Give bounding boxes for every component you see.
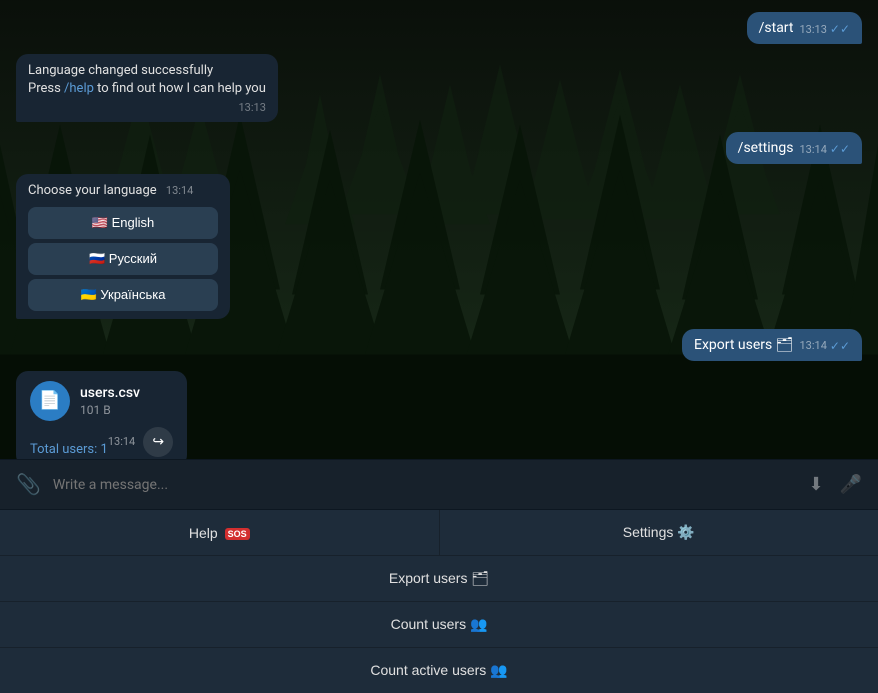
count-users-label: Count users 👥 xyxy=(391,616,488,632)
settings-button[interactable]: Settings ⚙️ xyxy=(440,510,878,555)
count-active-users-label: Count active users 👥 xyxy=(370,662,507,678)
file-size: 101 B xyxy=(80,403,140,417)
message-lang-changed: Language changed successfully Press /hel… xyxy=(16,54,862,122)
settings-time: 13:14 ✓✓ xyxy=(799,142,850,156)
settings-label: Settings ⚙️ xyxy=(623,524,695,540)
keyboard-row-2: Export users 🗂 xyxy=(0,556,878,601)
help-link[interactable]: /help xyxy=(64,81,94,96)
file-name: users.csv xyxy=(80,385,140,401)
attach-button[interactable]: 📎 xyxy=(12,468,45,501)
bubble-lang-changed: Language changed successfully Press /hel… xyxy=(16,54,278,122)
export-users-label: Export users 🗂 xyxy=(389,570,489,586)
lang-btn-ukrainian[interactable]: 🇺🇦 Українська xyxy=(28,279,218,311)
count-users-button[interactable]: Count users 👥 xyxy=(0,602,878,647)
double-check-icon: ✓✓ xyxy=(830,22,850,36)
bubble-settings: /settings 13:14 ✓✓ xyxy=(726,132,862,164)
message-input[interactable] xyxy=(53,477,797,493)
lang-btn-english[interactable]: 🇺🇸 English xyxy=(28,207,218,239)
chat-messages: /start 13:13 ✓✓ Language changed success… xyxy=(0,0,878,459)
export-text: Export users 🗂 xyxy=(694,337,793,353)
total-users-count: 1 xyxy=(101,442,108,457)
lang-btn-russian[interactable]: 🇷🇺 Русский xyxy=(28,243,218,275)
sos-badge: SOS xyxy=(225,528,250,540)
export-time: 13:14 ✓✓ xyxy=(799,339,850,353)
chat-area: /start 13:13 ✓✓ Language changed success… xyxy=(0,0,878,459)
start-text: /start xyxy=(759,20,794,36)
choose-lang-time: 13:14 xyxy=(166,184,193,197)
lang-changed-line2: Press /help to find out how I can help y… xyxy=(28,80,266,98)
message-start: /start 13:13 ✓✓ xyxy=(16,12,862,44)
help-button[interactable]: Help SOS xyxy=(0,510,439,555)
total-users-label: Total users: xyxy=(30,442,97,457)
lang-changed-time: 13:13 xyxy=(28,101,266,114)
export-users-button[interactable]: Export users 🗂 xyxy=(0,556,878,601)
forward-button[interactable]: ↪ xyxy=(143,427,173,457)
message-file: 📄 users.csv 101 B Total users: 1 13:14 xyxy=(16,371,862,459)
input-right-buttons: ⬇ 🎤 xyxy=(804,470,866,499)
input-area: 📎 ⬇ 🎤 xyxy=(0,459,878,509)
total-users: Total users: 1 xyxy=(30,442,108,457)
bubble-choose-lang: Choose your language 13:14 🇺🇸 English 🇷🇺… xyxy=(16,174,230,318)
file-time: 13:14 xyxy=(108,435,135,448)
message-choose-lang: Choose your language 13:14 🇺🇸 English 🇷🇺… xyxy=(16,174,862,318)
file-row: 📄 users.csv 101 B xyxy=(30,381,173,421)
expand-button[interactable]: ⬇ xyxy=(804,470,827,499)
language-buttons: 🇺🇸 English 🇷🇺 Русский 🇺🇦 Українська xyxy=(28,207,218,311)
file-bubble: 📄 users.csv 101 B Total users: 1 13:14 xyxy=(16,371,187,459)
message-export: Export users 🗂 13:14 ✓✓ xyxy=(16,329,862,361)
voice-button[interactable]: 🎤 xyxy=(836,470,866,499)
lang-changed-line1: Language changed successfully xyxy=(28,62,266,80)
keyboard-row-4: Count active users 👥 xyxy=(0,648,878,693)
file-actions: 13:14 ↪ xyxy=(108,427,173,457)
double-check-icon3: ✓✓ xyxy=(830,339,850,353)
double-check-icon2: ✓✓ xyxy=(830,142,850,156)
file-bottom: Total users: 1 13:14 ↪ xyxy=(30,427,173,457)
keyboard-area: Help SOS Settings ⚙️ Export users 🗂 Coun… xyxy=(0,509,878,693)
help-label: Help xyxy=(189,525,222,541)
settings-text: /settings xyxy=(738,140,794,156)
start-time: 13:13 ✓✓ xyxy=(799,22,850,36)
keyboard-row-1: Help SOS Settings ⚙️ xyxy=(0,510,878,555)
file-icon: 📄 xyxy=(30,381,70,421)
file-info: users.csv 101 B xyxy=(80,385,140,417)
keyboard-row-3: Count users 👥 xyxy=(0,602,878,647)
bubble-start: /start 13:13 ✓✓ xyxy=(747,12,862,44)
message-settings: /settings 13:14 ✓✓ xyxy=(16,132,862,164)
choose-lang-text: Choose your language xyxy=(28,183,157,198)
bubble-export: Export users 🗂 13:14 ✓✓ xyxy=(682,329,862,361)
count-active-users-button[interactable]: Count active users 👥 xyxy=(0,648,878,693)
